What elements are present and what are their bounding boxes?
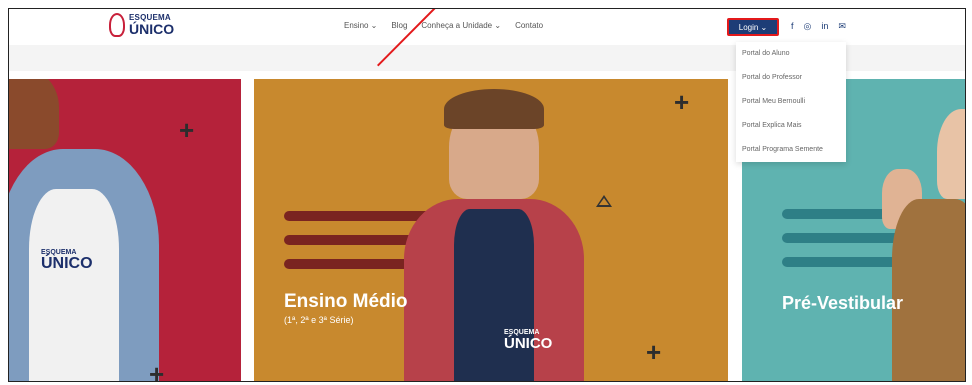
logo-bottom-text: ÚNICO (129, 21, 175, 37)
browser-viewport: ESQUEMA ÚNICO Ensino ⌄ Blog Conheça a Un… (8, 8, 966, 382)
logo-mark-icon (109, 13, 125, 37)
menu-item-portal-aluno[interactable]: Portal do Aluno (736, 42, 846, 66)
student-photo-left (9, 79, 59, 149)
shirt-logo-center-bottom: ÚNICO (504, 335, 553, 352)
facebook-icon[interactable]: f (791, 21, 794, 32)
panel-title-pre-vestibular: Pré-Vestibular (782, 293, 904, 313)
nav-item-conheca-unidade[interactable]: Conheça a Unidade ⌄ (421, 21, 501, 30)
menu-item-portal-professor[interactable]: Portal do Professor (736, 66, 846, 90)
site-logo[interactable]: ESQUEMA ÚNICO (109, 13, 174, 37)
nav-item-blog[interactable]: Blog (391, 21, 407, 30)
plus-decoration: + (674, 87, 690, 117)
shirt-logo-left: ESQUEMA ÚNICO (41, 249, 93, 272)
social-links: f ◎ in ✉ (791, 21, 846, 32)
site-header: ESQUEMA ÚNICO Ensino ⌄ Blog Conheça a Un… (9, 9, 965, 45)
student-photo-center-tee (454, 209, 534, 381)
login-button[interactable]: Login ⌄ (727, 18, 779, 36)
login-dropdown-menu: Portal do Aluno Portal do Professor Port… (736, 42, 846, 162)
menu-item-portal-meu-bernoulli[interactable]: Portal Meu Bernoulli (736, 90, 846, 114)
plus-decoration: + (646, 337, 662, 367)
hero-panel-left[interactable]: ESQUEMA ÚNICO + + (9, 79, 241, 382)
panel-title-ensino-medio: Ensino Médio (284, 291, 408, 312)
shirt-logo-center: ESQUEMA ÚNICO (504, 329, 552, 351)
nav-item-ensino[interactable]: Ensino ⌄ (344, 21, 377, 30)
menu-item-portal-programa-semente[interactable]: Portal Programa Semente (736, 138, 846, 162)
student-shirt-left (29, 189, 119, 381)
student-photo-right-face (937, 109, 965, 199)
student-photo-center-hair (444, 89, 544, 129)
main-nav: Ensino ⌄ Blog Conheça a Unidade ⌄ Contat… (344, 21, 543, 30)
hero-panel-ensino-medio[interactable]: ESQUEMA ÚNICO Ensino Médio (1ª, 2ª e 3ª … (254, 79, 728, 381)
plus-decoration: + (179, 115, 195, 145)
student-photo-right-body (892, 199, 965, 381)
nav-item-contato[interactable]: Contato (515, 21, 543, 30)
panel-subtitle-series: (1ª, 2ª e 3ª Série) (284, 315, 354, 325)
menu-item-portal-explica-mais[interactable]: Portal Explica Mais (736, 114, 846, 138)
linkedin-icon[interactable]: in (821, 21, 828, 32)
email-icon[interactable]: ✉ (838, 21, 846, 32)
logo-text: ESQUEMA ÚNICO (129, 14, 175, 37)
triangle-decoration (596, 195, 612, 207)
shirt-logo-left-bottom: ÚNICO (41, 255, 93, 272)
instagram-icon[interactable]: ◎ (804, 21, 812, 32)
plus-decoration: + (149, 359, 165, 382)
